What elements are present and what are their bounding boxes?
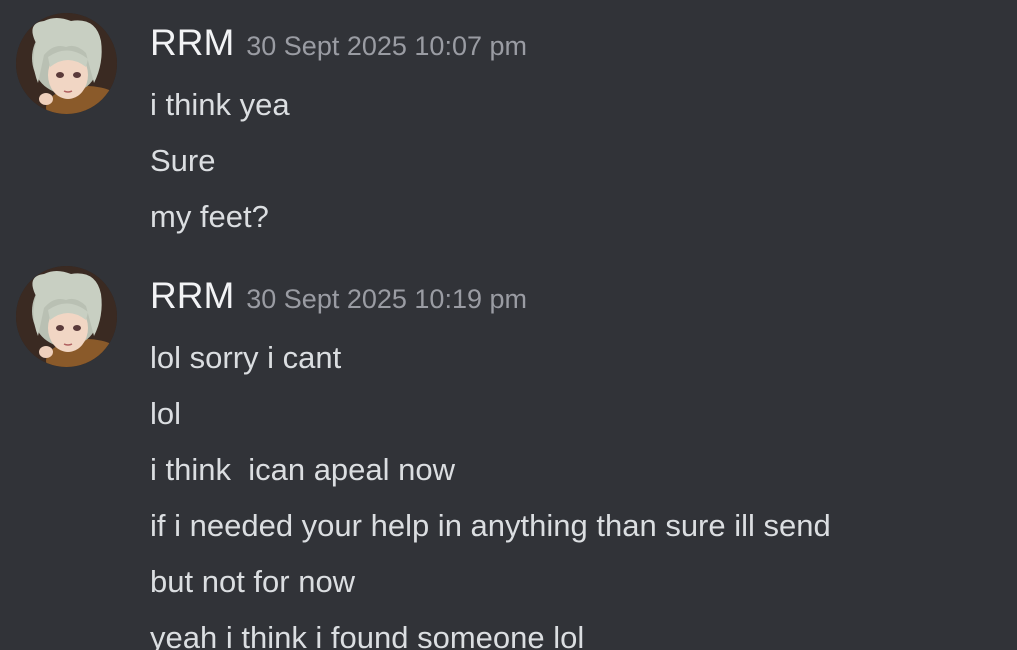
message-line[interactable]: my feet?	[150, 189, 290, 245]
chat-message-list[interactable]: RRM 30 Sept 2025 10:07 pm i think yea Sur…	[0, 0, 1017, 650]
message-line[interactable]: yeah i think i found someone lol	[150, 610, 831, 650]
message-line[interactable]: if i needed your help in anything than s…	[150, 498, 831, 554]
message-line[interactable]: i think ican apeal now	[150, 442, 831, 498]
message-header: RRM 30 Sept 2025 10:07 pm	[150, 20, 527, 66]
message-line[interactable]: lol	[150, 386, 831, 442]
avatar[interactable]	[16, 13, 117, 114]
message-header: RRM 30 Sept 2025 10:19 pm	[150, 273, 527, 319]
timestamp[interactable]: 30 Sept 2025 10:07 pm	[246, 31, 527, 61]
username[interactable]: RRM	[150, 22, 234, 63]
message-line[interactable]: i think yea	[150, 77, 290, 133]
message-lines: i think yea Sure my feet?	[150, 77, 290, 245]
anime-girl-avatar-icon	[16, 13, 117, 114]
message-line[interactable]: but not for now	[150, 554, 831, 610]
anime-girl-avatar-icon	[16, 266, 117, 367]
message-line[interactable]: Sure	[150, 133, 290, 189]
message-line[interactable]: lol sorry i cant	[150, 330, 831, 386]
timestamp[interactable]: 30 Sept 2025 10:19 pm	[246, 284, 527, 314]
avatar[interactable]	[16, 266, 117, 367]
username[interactable]: RRM	[150, 275, 234, 316]
message-lines: lol sorry i cant lol i think ican apeal …	[150, 330, 831, 650]
